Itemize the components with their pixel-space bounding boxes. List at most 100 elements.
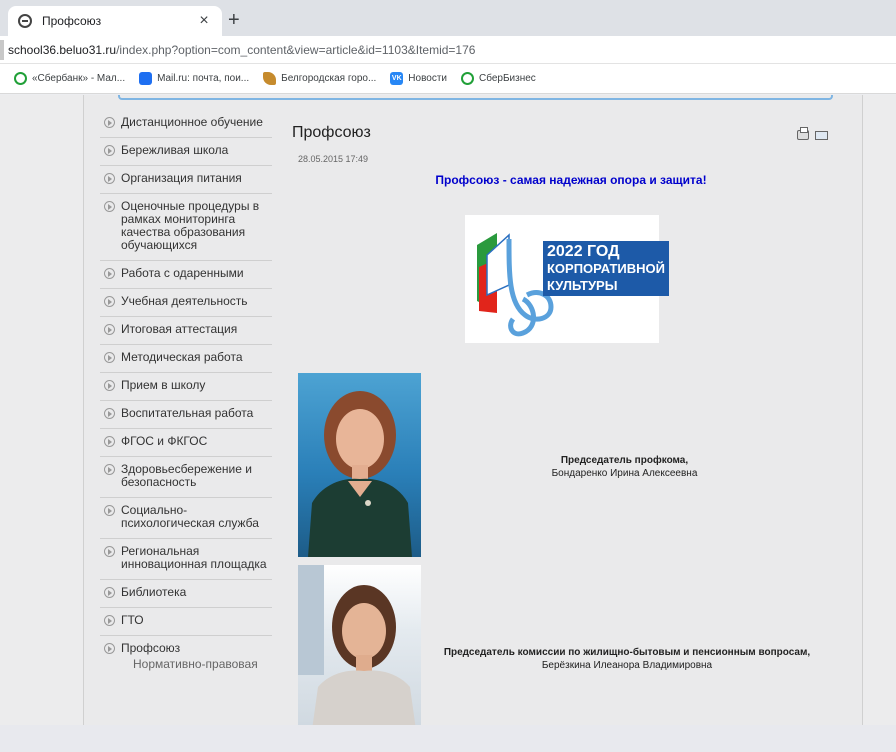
bookmarks-bar: «Сбербанк» - Мал... Mail.ru: почта, пои.… bbox=[0, 64, 896, 94]
sidebar-item-label: Оценочные процедуры в рамках мониторинга… bbox=[121, 199, 260, 252]
sidebar-item-label: Воспитательная работа bbox=[121, 406, 254, 420]
arrow-circle-icon bbox=[104, 324, 115, 335]
sidebar-item-label: Методическая работа bbox=[121, 350, 243, 364]
print-icon[interactable] bbox=[797, 127, 809, 140]
logo-line: КОРПОРАТИВНОЙ bbox=[547, 261, 665, 276]
caption-commission-head: Председатель комиссии по жилищно-бытовым… bbox=[422, 646, 832, 672]
sidebar-item-label: Региональная инновационная площадка bbox=[121, 544, 267, 571]
arrow-circle-icon bbox=[104, 505, 115, 516]
vk-icon: VK bbox=[390, 72, 404, 85]
bookmark-news[interactable]: VK Новости bbox=[390, 72, 447, 85]
corporate-culture-logo: 2022 ГОД КОРПОРАТИВНОЙ КУЛЬТУРЫ bbox=[465, 215, 669, 343]
tab-title: Профсоюз bbox=[42, 14, 102, 28]
sidebar-item-psychology[interactable]: Социально-психологическая служба bbox=[100, 498, 272, 539]
sidebar-item-lean-school[interactable]: Бережливая школа bbox=[100, 138, 272, 166]
arrow-circle-icon bbox=[104, 145, 115, 156]
arrow-circle-icon bbox=[104, 352, 115, 363]
sidebar-item-label: Здоровьесбережение и безопасность bbox=[121, 462, 252, 489]
sidebar-item-education[interactable]: Учебная деятельность bbox=[100, 289, 272, 317]
logo-caption: 2022 ГОД КОРПОРАТИВНОЙ КУЛЬТУРЫ bbox=[543, 241, 669, 296]
sidebar-item-label: Итоговая аттестация bbox=[121, 322, 238, 336]
article-title: Профсоюз bbox=[292, 124, 371, 141]
sidebar-item-label: Учебная деятельность bbox=[121, 294, 248, 308]
arrow-circle-icon bbox=[104, 587, 115, 598]
address-bar-edge bbox=[0, 40, 4, 60]
sidebar-item-gifted[interactable]: Работа с одаренными bbox=[100, 261, 272, 289]
sidebar-item-gto[interactable]: ГТО bbox=[100, 608, 272, 636]
logo-line: КУЛЬТУРЫ bbox=[547, 278, 618, 293]
mailru-icon bbox=[139, 72, 153, 85]
sidebar-item-label: Социально-психологическая служба bbox=[121, 503, 259, 530]
sidebar-item-label: Работа с одаренными bbox=[121, 266, 244, 280]
bookmark-label: «Сбербанк» - Мал... bbox=[32, 73, 126, 84]
arrow-circle-icon bbox=[104, 173, 115, 184]
article-tools bbox=[797, 127, 828, 140]
arrow-circle-icon bbox=[104, 408, 115, 419]
sidebar-item-label: Бережливая школа bbox=[121, 143, 229, 157]
sidebar-item-assessment[interactable]: Оценочные процедуры в рамках мониторинга… bbox=[100, 194, 272, 261]
arrow-circle-icon bbox=[104, 117, 115, 128]
sidebar-item-label: Организация питания bbox=[121, 171, 242, 185]
sidebar-item-trade-union[interactable]: Профсоюз bbox=[100, 636, 272, 655]
sidebar-item-fgos[interactable]: ФГОС и ФКГОС bbox=[100, 429, 272, 457]
url-path: /index.php?option=com_content&view=artic… bbox=[116, 43, 476, 57]
sidebar-item-distance-learning[interactable]: Дистанционное обучение bbox=[100, 110, 272, 138]
belgorod-icon bbox=[263, 72, 277, 85]
new-tab-button[interactable]: + bbox=[228, 10, 240, 30]
arrow-circle-icon bbox=[104, 268, 115, 279]
address-bar[interactable]: school36.beluo31.ru/index.php?option=com… bbox=[0, 36, 896, 64]
arrow-circle-icon bbox=[104, 296, 115, 307]
arrow-circle-icon bbox=[104, 464, 115, 475]
sidebar-item-catering[interactable]: Организация питания bbox=[100, 166, 272, 194]
person-role: Председатель комиссии по жилищно-бытовым… bbox=[443, 647, 811, 658]
sidebar-item-health[interactable]: Здоровьесбережение и безопасность bbox=[100, 457, 272, 498]
sidebar-item-methodical[interactable]: Методическая работа bbox=[100, 345, 272, 373]
sberbusiness-icon bbox=[461, 72, 474, 85]
sidebar-subitem-regulations[interactable]: Нормативно-правовая bbox=[100, 655, 272, 671]
bookmark-mailru[interactable]: Mail.ru: почта, пои... bbox=[139, 72, 249, 85]
browser-tab-bar: Профсоюз × + bbox=[0, 0, 896, 36]
bookmark-belgorod[interactable]: Белгородская горо... bbox=[263, 72, 376, 85]
arrow-circle-icon bbox=[104, 546, 115, 557]
bookmark-sberbusiness[interactable]: СберБизнес bbox=[461, 72, 536, 85]
globe-icon bbox=[18, 14, 32, 28]
sidebar-menu: Дистанционное обучение Бережливая школа … bbox=[100, 110, 272, 671]
photo-chairperson bbox=[298, 373, 421, 557]
sidebar-item-label: ГТО bbox=[121, 613, 144, 627]
bookmark-label: СберБизнес bbox=[479, 73, 536, 84]
arrow-circle-icon bbox=[104, 201, 115, 212]
article-date: 28.05.2015 17:49 bbox=[298, 154, 369, 164]
bookmark-label: Белгородская горо... bbox=[281, 73, 377, 84]
sidebar-item-label: Библиотека bbox=[121, 585, 187, 599]
sidebar-item-library[interactable]: Библиотека bbox=[100, 580, 272, 608]
bookmark-sberbank[interactable]: «Сбербанк» - Мал... bbox=[14, 72, 125, 85]
sidebar-item-innovation[interactable]: Региональная инновационная площадка bbox=[100, 539, 272, 580]
url-text[interactable]: school36.beluo31.ru/index.php?option=com… bbox=[8, 43, 475, 57]
portrait-image bbox=[298, 565, 416, 730]
browser-tab[interactable]: Профсоюз × bbox=[8, 6, 222, 36]
tab-close-button[interactable]: × bbox=[196, 12, 212, 30]
caption-chairperson: Председатель профкома, Бондаренко Ирина … bbox=[492, 454, 757, 480]
sidebar-item-admission[interactable]: Прием в школу bbox=[100, 373, 272, 401]
sidebar-item-label: Прием в школу bbox=[121, 378, 206, 392]
url-host: school36.beluo31.ru bbox=[8, 43, 117, 57]
sidebar-item-label: Дистанционное обучение bbox=[121, 115, 263, 129]
sberbank-icon bbox=[14, 72, 27, 85]
sidebar-item-label: ФГОС и ФКГОС bbox=[121, 434, 208, 448]
arrow-circle-icon bbox=[104, 380, 115, 391]
header-strip bbox=[118, 95, 833, 100]
arrow-circle-icon bbox=[104, 643, 115, 654]
person-name: Берёзкина Илеанора Владимировна bbox=[541, 660, 713, 671]
article-slogan: Профсоюз - самая надежная опора и защита… bbox=[435, 173, 707, 187]
arrow-circle-icon bbox=[104, 615, 115, 626]
email-icon[interactable] bbox=[815, 131, 828, 140]
person-name: Бондаренко Ирина Алексеевна bbox=[551, 468, 698, 479]
portrait-image bbox=[308, 391, 412, 557]
window-bottom-bar bbox=[0, 725, 896, 752]
sidebar-item-final-attestation[interactable]: Итоговая аттестация bbox=[100, 317, 272, 345]
bookmark-label: Новости bbox=[408, 73, 447, 84]
arrow-circle-icon bbox=[104, 436, 115, 447]
person-role: Председатель профкома, bbox=[560, 455, 689, 466]
logo-line: 2022 ГОД bbox=[547, 243, 620, 260]
sidebar-item-upbringing[interactable]: Воспитательная работа bbox=[100, 401, 272, 429]
